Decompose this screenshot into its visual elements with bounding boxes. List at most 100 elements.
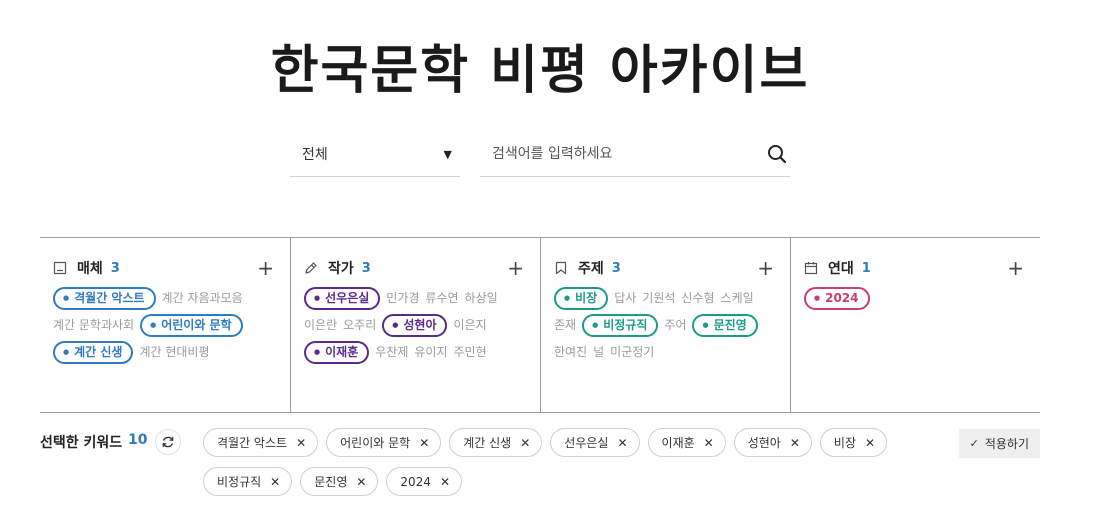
keyword-tag[interactable]: 스케일 xyxy=(721,287,754,310)
keyword-tag[interactable]: 널 xyxy=(593,341,604,364)
selected-chip: 성현아 ✕ xyxy=(733,428,812,457)
close-icon[interactable]: ✕ xyxy=(419,436,429,450)
apply-button-label: 적용하기 xyxy=(984,437,1029,451)
search-bar: 전체 ▼ xyxy=(290,132,790,177)
refresh-icon[interactable] xyxy=(155,429,181,455)
filter-header: 작가 3 + xyxy=(304,258,526,278)
selected-chip: 선우은실 ✕ xyxy=(550,428,640,457)
scope-select[interactable]: 전체 ▼ xyxy=(290,132,460,177)
selected-chip: 이재훈 ✕ xyxy=(647,428,726,457)
chip-label: 어린이와 문학 xyxy=(340,436,411,450)
keyword-tag[interactable]: 유이지 xyxy=(414,341,447,364)
chip-label: 2024 xyxy=(400,474,431,489)
keyword-tag-selected[interactable]: 성현아 xyxy=(382,314,448,337)
bookmark-icon xyxy=(554,260,570,276)
chip-label: 계간 신생 xyxy=(463,436,512,450)
close-icon[interactable]: ✕ xyxy=(296,436,306,450)
filter-header: 매체 3 + xyxy=(53,258,276,278)
filter-name: 주제 xyxy=(578,261,604,277)
filter-count: 3 xyxy=(110,260,120,276)
keyword-tag[interactable]: 한여진 xyxy=(554,341,587,364)
filter-column-year: 연대 1 + 2024 xyxy=(790,238,1040,412)
search-icon[interactable] xyxy=(764,141,790,167)
keyword-tag[interactable]: 계간 현대비평 xyxy=(139,341,209,364)
close-icon[interactable]: ✕ xyxy=(440,475,450,489)
keyword-tag[interactable]: 계간 자음과모음 xyxy=(162,287,243,310)
filter-count: 1 xyxy=(861,260,871,276)
close-icon[interactable]: ✕ xyxy=(865,436,875,450)
chip-label: 비장 xyxy=(833,436,856,450)
selected-chip: 문진영 ✕ xyxy=(300,467,379,496)
keyword-tag[interactable]: 미군정기 xyxy=(610,341,654,364)
close-icon[interactable]: ✕ xyxy=(270,475,280,489)
chip-label: 문진영 xyxy=(314,475,348,489)
selected-chip: 격월간 악스트 ✕ xyxy=(203,428,319,457)
keyword-tag-selected[interactable]: 문진영 xyxy=(692,314,758,337)
keyword-list: 2024 xyxy=(804,287,1026,310)
keyword-tag[interactable]: 오주리 xyxy=(343,314,376,337)
search-field xyxy=(480,132,790,177)
keyword-tag[interactable]: 이은란 xyxy=(304,314,337,337)
keyword-tag[interactable]: 류수연 xyxy=(425,287,458,310)
keyword-tag[interactable]: 신수형 xyxy=(681,287,714,310)
close-icon[interactable]: ✕ xyxy=(790,436,800,450)
keyword-tag-selected[interactable]: 계간 신생 xyxy=(53,341,134,364)
keyword-list: 비장 답사 기원석 신수형 스케일 존재 비정규직 주어 문진영 한여진 널 미… xyxy=(554,287,776,364)
add-filter-button[interactable]: + xyxy=(757,258,774,278)
filter-panel: 매체 3 + 격월간 악스트 계간 자음과모음 계간 문학과사회 어린이와 문학… xyxy=(40,237,1040,413)
filter-column-author: 작가 3 + 선우은실 민가경 류수연 하상일 이은란 오주리 성현아 이은지 … xyxy=(290,238,540,412)
keyword-tag[interactable]: 하상일 xyxy=(465,287,498,310)
filter-column-media: 매체 3 + 격월간 악스트 계간 자음과모음 계간 문학과사회 어린이와 문학… xyxy=(40,238,290,412)
keyword-tag-selected[interactable]: 이재훈 xyxy=(304,341,370,364)
close-icon[interactable]: ✕ xyxy=(356,475,366,489)
close-icon[interactable]: ✕ xyxy=(520,436,530,450)
keyword-tag-selected[interactable]: 선우은실 xyxy=(304,287,381,310)
filter-name: 연대 xyxy=(828,261,854,277)
keyword-list: 격월간 악스트 계간 자음과모음 계간 문학과사회 어린이와 문학 계간 신생 … xyxy=(53,287,276,364)
close-icon[interactable]: ✕ xyxy=(704,436,714,450)
selected-chip: 어린이와 문학 ✕ xyxy=(326,428,442,457)
book-icon xyxy=(53,260,69,276)
add-filter-button[interactable]: + xyxy=(1007,258,1024,278)
keyword-tag[interactable]: 계간 문학과사회 xyxy=(53,314,134,337)
pen-icon xyxy=(304,260,320,276)
keyword-tag[interactable]: 답사 xyxy=(614,287,636,310)
selected-chip: 비정규직 ✕ xyxy=(203,467,293,496)
calendar-icon xyxy=(804,260,820,276)
keyword-list: 선우은실 민가경 류수연 하상일 이은란 오주리 성현아 이은지 이재훈 우찬제… xyxy=(304,287,526,364)
keyword-tag[interactable]: 존재 xyxy=(554,314,576,337)
keyword-tag-selected[interactable]: 비정규직 xyxy=(582,314,659,337)
search-input[interactable] xyxy=(492,146,752,162)
chip-label: 선우은실 xyxy=(564,436,609,450)
keyword-tag-selected[interactable]: 어린이와 문학 xyxy=(140,314,243,337)
filter-count: 3 xyxy=(611,260,621,276)
apply-button[interactable]: ✓ 적용하기 xyxy=(958,429,1040,458)
keyword-tag-selected[interactable]: 2024 xyxy=(804,287,870,310)
add-filter-button[interactable]: + xyxy=(257,258,274,278)
chip-label: 이재훈 xyxy=(661,436,695,450)
keyword-tag[interactable]: 민가경 xyxy=(386,287,419,310)
filter-column-topic: 주제 3 + 비장 답사 기원석 신수형 스케일 존재 비정규직 주어 문진영 … xyxy=(540,238,790,412)
selected-chip: 비장 ✕ xyxy=(819,428,888,457)
filter-name: 매체 xyxy=(77,261,103,277)
caret-down-icon: ▼ xyxy=(443,147,452,161)
selected-keywords-count: 10 xyxy=(128,432,148,448)
close-icon[interactable]: ✕ xyxy=(617,436,627,450)
keyword-tag-selected[interactable]: 비장 xyxy=(554,287,609,310)
keyword-tag[interactable]: 이은지 xyxy=(453,314,486,337)
selected-chip: 2024 ✕ xyxy=(386,467,463,496)
keyword-tag-selected[interactable]: 격월간 악스트 xyxy=(53,287,156,310)
add-filter-button[interactable]: + xyxy=(507,258,524,278)
selected-chip: 계간 신생 ✕ xyxy=(449,428,543,457)
filter-count: 3 xyxy=(361,260,371,276)
chip-label: 비정규직 xyxy=(217,475,262,489)
selected-chips: 격월간 악스트 ✕ 어린이와 문학 ✕ 계간 신생 ✕ 선우은실 ✕ 이재훈 ✕ 성현아 ✕… xyxy=(203,428,943,496)
filter-header: 연대 1 + xyxy=(804,258,1026,278)
keyword-tag[interactable]: 주민현 xyxy=(453,341,486,364)
keyword-tag[interactable]: 기원석 xyxy=(642,287,675,310)
check-icon: ✓ xyxy=(969,437,979,450)
keyword-tag[interactable]: 우찬제 xyxy=(375,341,408,364)
keyword-tag[interactable]: 주어 xyxy=(664,314,686,337)
filter-header: 주제 3 + xyxy=(554,258,776,278)
page-title: 한국문학 비평 아카이브 xyxy=(270,41,810,101)
